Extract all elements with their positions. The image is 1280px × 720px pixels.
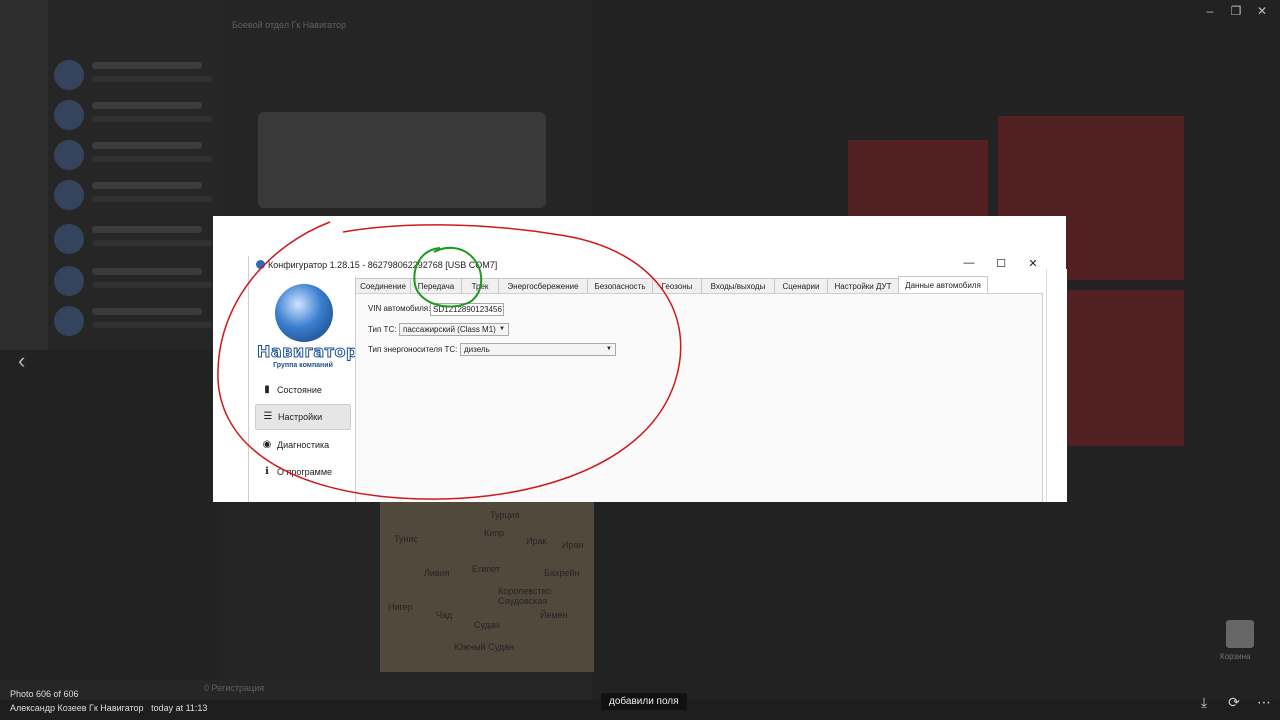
chat-list-item: [54, 262, 214, 302]
eye-icon: ◉: [262, 439, 272, 450]
app-minimize-icon[interactable]: —: [962, 257, 976, 269]
app-maximize-icon[interactable]: ☐: [994, 257, 1008, 270]
photo-author: Александр Козеев Гк Навигатор today at 1…: [10, 703, 207, 713]
sidebar-item-diagnostics[interactable]: ◉ Диагностика: [255, 433, 349, 457]
tab-geozones[interactable]: Геозоны: [652, 278, 702, 294]
energy-type-value: дизель: [464, 345, 490, 354]
chat-title: Боевой отдел Гк Навигатор: [232, 20, 347, 30]
map-label: Бахрейн: [544, 568, 580, 578]
tab-vehicle-data[interactable]: Данные автомобиля: [898, 276, 988, 294]
map-label: Турция: [490, 510, 520, 520]
app-close-icon[interactable]: ✕: [1026, 257, 1040, 270]
logo-name: Навигатор: [257, 342, 358, 362]
tab-track[interactable]: Трек: [461, 278, 499, 294]
info-icon: ℹ: [265, 466, 269, 477]
chat-list-item: [54, 96, 214, 136]
vehicle-type-select[interactable]: пассажирский (Class M1) ▼: [399, 323, 509, 336]
vehicle-data-panel: VIN автомобиля: SD12128901234567 Тип ТС:…: [355, 293, 1043, 502]
tab-connection[interactable]: Соединение: [355, 278, 411, 294]
app-titlebar: Конфигуратор 1.28.15 - 862798062292768 […: [248, 256, 1048, 276]
settings-tabs: Соединение Передача Трек Энергосбережени…: [355, 276, 1055, 294]
map-label: Королевство Саудовская: [498, 586, 552, 606]
sidebar-item-label: Состояние: [277, 385, 322, 395]
sidebar-item-label: О программе: [277, 467, 333, 477]
chat-bottom-bar: 0 Регистрация: [0, 680, 592, 700]
vehicle-type-label: Тип ТС:: [368, 325, 397, 334]
underlying-window-edge: [1046, 269, 1067, 502]
restore-icon[interactable]: ❐: [1226, 4, 1246, 18]
tab-inputs-outputs[interactable]: Входы/выходы: [701, 278, 775, 294]
app-title: Конфигуратор 1.28.15 - 862798062292768 […: [268, 260, 498, 270]
map-label: Ирак: [526, 536, 547, 546]
tab-transmission[interactable]: Передача: [410, 278, 462, 294]
globe-icon: [275, 284, 333, 342]
sidebar-item-label: Диагностика: [277, 440, 330, 450]
map-label: Нигер: [388, 602, 413, 612]
map-label: Ливия: [424, 568, 450, 578]
vin-label: VIN автомобиля:: [368, 304, 431, 313]
photo-image: Конфигуратор 1.28.15 - 862798062292768 […: [213, 216, 1066, 502]
photo-timestamp: today at 11:13: [151, 703, 208, 713]
map-label: Египет: [472, 564, 501, 574]
chat-list-item: [54, 220, 214, 260]
tab-security[interactable]: Безопасность: [587, 278, 653, 294]
sidebar-item-status[interactable]: ▮ Состояние: [255, 378, 349, 402]
chat-list-item: [54, 136, 214, 176]
map-label: Кипр: [484, 528, 505, 538]
map-label: Южный Судан: [454, 642, 515, 652]
vehicle-type-value: пассажирский (Class M1): [403, 325, 496, 334]
map-image: Турция Кипр Тунис Ирак Иран Ливия Египет…: [380, 502, 594, 672]
tab-scenarios[interactable]: Сценарии: [774, 278, 828, 294]
map-label: Чад: [436, 610, 453, 620]
map-label: Иран: [562, 540, 584, 550]
recycle-bin-label: Корзина: [1220, 652, 1251, 661]
chat-list-item: [54, 176, 214, 216]
recycle-bin-icon: [1226, 620, 1254, 648]
message-preview: [258, 112, 546, 208]
minimize-icon[interactable]: ‒: [1200, 4, 1220, 18]
energy-type-label: Тип энергоносителя ТС:: [368, 345, 458, 354]
photo-counter: Photo 606 of 606: [10, 689, 79, 699]
energy-type-select[interactable]: дизель ▼: [460, 343, 616, 356]
navigator-logo: Навигатор Группа компаний: [257, 280, 358, 372]
telegram-folders-bar: [0, 0, 48, 350]
app-sidebar: Навигатор Группа компаний ▮ Состояние ☰ …: [249, 276, 358, 502]
vin-input[interactable]: SD12128901234567: [430, 303, 504, 316]
bottom-status: 0 Регистрация: [204, 683, 265, 693]
sliders-icon: ☰: [263, 411, 273, 422]
chat-list-item: [54, 56, 214, 96]
chevron-down-icon: ▼: [499, 326, 505, 332]
app-globe-icon: [256, 260, 265, 269]
download-icon[interactable]: ⤓: [1194, 694, 1214, 711]
photo-caption: добавили поля: [601, 693, 687, 710]
sidebar-item-settings[interactable]: ☰ Настройки: [255, 404, 351, 430]
chat-list-item: [54, 302, 214, 342]
sidebar-item-about[interactable]: ℹ О программе: [255, 460, 349, 484]
logo-subtitle: Группа компаний: [273, 362, 333, 369]
more-options-icon[interactable]: ⋯: [1254, 694, 1274, 711]
chevron-down-icon: ▼: [606, 346, 612, 352]
telegram-chat-list: [48, 0, 220, 350]
bar-chart-icon: ▮: [264, 384, 270, 395]
map-label: Тунис: [394, 534, 418, 544]
close-icon[interactable]: ✕: [1252, 4, 1272, 18]
tab-energy-saving[interactable]: Энергосбережение: [498, 278, 588, 294]
map-label: Йемен: [540, 610, 568, 620]
rotate-icon[interactable]: ⟳: [1224, 694, 1244, 711]
previous-photo-icon[interactable]: ‹: [18, 348, 25, 374]
tab-fuel-sensor[interactable]: Настройки ДУТ: [827, 278, 899, 294]
author-name: Александр Козеев Гк Навигатор: [10, 703, 144, 713]
sidebar-item-label: Настройки: [278, 412, 323, 422]
map-label: Судан: [474, 620, 500, 630]
